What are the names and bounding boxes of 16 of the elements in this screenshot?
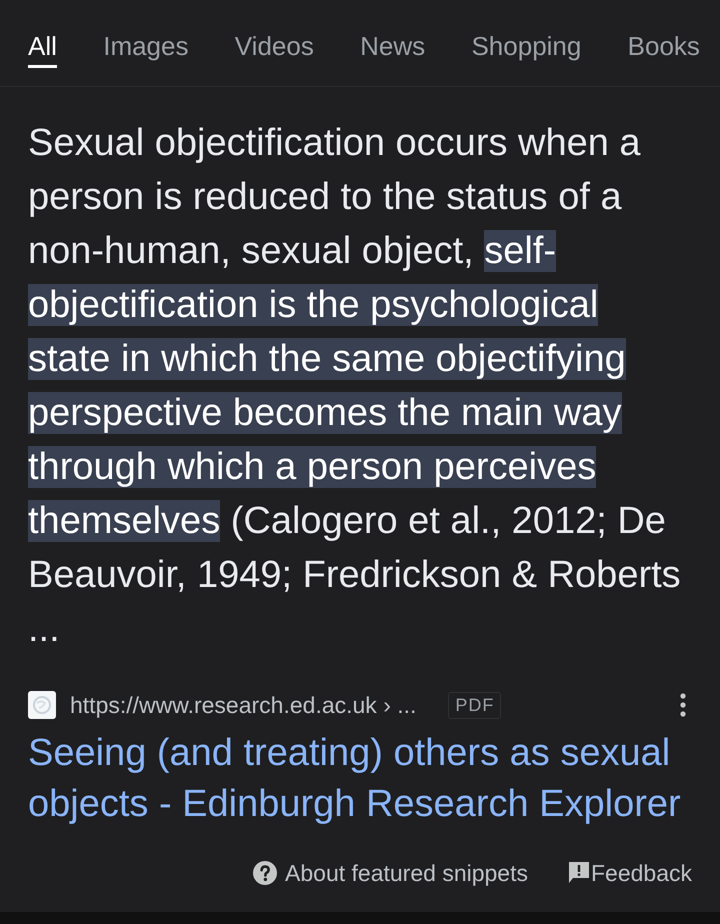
tab[interactable]: All (28, 0, 57, 68)
tab[interactable]: Books (628, 0, 700, 68)
feedback-icon (568, 861, 590, 885)
snippet-ellipsis: ... (28, 607, 61, 652)
tab[interactable]: Videos (234, 0, 314, 68)
tab[interactable]: Images (103, 0, 188, 68)
file-type-badge: PDF (448, 692, 502, 718)
tab[interactable]: News (360, 0, 426, 68)
more-options-icon[interactable] (680, 693, 686, 717)
tab[interactable]: Shopping (471, 0, 582, 68)
globe-icon (28, 691, 56, 719)
source-url: https://www.research.ed.ac.uk › ... (70, 692, 416, 718)
about-featured-snippets-link[interactable]: About featured snippets (253, 859, 528, 887)
feedback-link[interactable]: Feedback (568, 859, 692, 887)
help-icon (253, 861, 278, 885)
result-title-link[interactable]: Seeing (and treating) others as sexual objects - Edinburgh Research Explorer (28, 728, 700, 830)
